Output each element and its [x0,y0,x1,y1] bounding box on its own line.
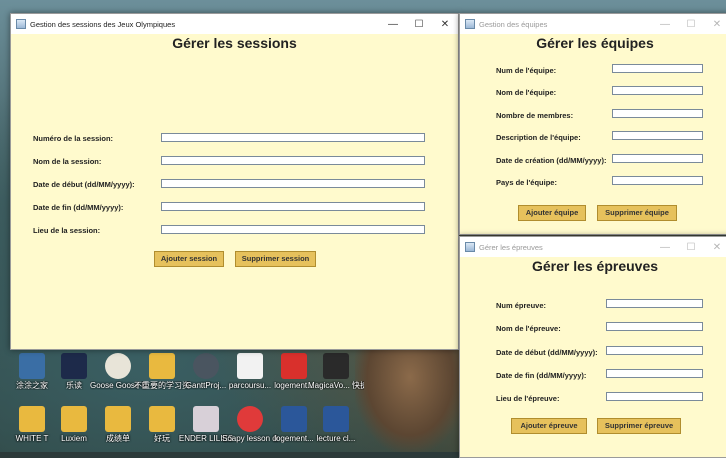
window-title: Gestion des sessions des Jeux Olympiques [30,19,176,29]
folder-icon [149,353,175,379]
word-document-icon [281,406,307,432]
document-icon [237,353,263,379]
session-number-input[interactable] [161,133,425,142]
team-name-input[interactable] [612,86,703,95]
wallpaper-figure [355,345,465,452]
session-name-input[interactable] [161,156,425,165]
pdf-icon [281,353,307,379]
folder-icon [149,406,175,432]
maximize-icon[interactable]: ☐ [406,19,432,30]
field-label: Num épreuve: [496,301,547,310]
window-title: Gérer les épreuves [479,242,543,252]
folder-icon [105,406,131,432]
ender-lilies-icon [193,406,219,432]
field-label: Date de fin (dd/MM/yyyy): [33,203,124,212]
maximize-icon[interactable]: ☐ [678,242,704,253]
sessions-titlebar[interactable]: Gestion des sessions des Jeux Olympiques… [11,14,458,34]
field-label: Num de l'équipe: [496,66,557,75]
close-icon[interactable]: ✕ [704,19,726,30]
folder-icon [19,406,45,432]
event-end-date-input[interactable] [606,369,703,378]
field-label: Pays de l'équipe: [496,178,557,187]
team-number-input[interactable] [612,64,703,73]
page-title: Gérer les sessions [172,35,297,51]
video-play-icon [237,406,263,432]
add-team-button[interactable]: Ajouter équipe [518,205,586,221]
field-label: Date de début (dd/MM/yyyy): [496,348,598,357]
close-icon[interactable]: ✕ [704,242,726,253]
field-label: Nombre de membres: [496,111,574,120]
field-label: Date de début (dd/MM/yyyy): [33,180,135,189]
page-title: Gérer les épreuves [531,258,659,274]
minimize-icon[interactable]: — [380,19,406,30]
delete-session-button[interactable]: Supprimer session [235,251,316,267]
field-label: Description de l'équipe: [496,133,581,142]
field-label: Lieu de l'épreuve: [496,394,560,403]
field-label: Date de création (dd/MM/yyyy): [496,156,607,165]
word-document-icon [323,406,349,432]
maximize-icon[interactable]: ☐ [678,19,704,30]
java-app-icon [465,242,475,252]
page-title: Gérer les équipes [536,35,654,51]
events-titlebar[interactable]: Gérer les épreuves — ☐ ✕ [460,237,726,257]
folder-icon [61,406,87,432]
sessions-window: Gestion des sessions des Jeux Olympiques… [10,13,459,350]
java-app-icon [16,19,26,29]
field-label: Numéro de la session: [33,134,114,143]
start-date-input[interactable] [161,179,425,188]
event-start-date-input[interactable] [606,346,703,355]
ganttproject-icon [193,353,219,379]
app-icon [61,353,87,379]
delete-event-button[interactable]: Supprimer épreuve [597,418,681,434]
delete-team-button[interactable]: Supprimer équipe [597,205,677,221]
desktop-icon[interactable]: MagicaVo... 快捷方式 [308,353,364,390]
magicavoxel-icon [323,353,349,379]
team-description-input[interactable] [612,131,703,140]
end-date-input[interactable] [161,202,425,211]
desktop-icon[interactable]: lecture cl... [308,406,364,443]
window-title: Gestion des équipes [479,19,548,29]
goose-icon [105,353,131,379]
location-input[interactable] [161,225,425,234]
java-app-icon [465,19,475,29]
member-count-input[interactable] [612,109,703,118]
teams-titlebar[interactable]: Gestion des équipes — ☐ ✕ [460,14,726,34]
minimize-icon[interactable]: — [652,242,678,253]
event-number-input[interactable] [606,299,703,308]
add-session-button[interactable]: Ajouter session [154,251,224,267]
event-location-input[interactable] [606,392,703,401]
creation-date-input[interactable] [612,154,703,163]
team-country-input[interactable] [612,176,703,185]
teams-window: Gestion des équipes — ☐ ✕ Gérer les équi… [459,13,726,235]
field-label: Lieu de la session: [33,226,101,235]
add-event-button[interactable]: Ajouter épreuve [511,418,587,434]
field-label: Nom de l'épreuve: [496,324,561,333]
close-icon[interactable]: ✕ [432,19,458,30]
field-label: Nom de la session: [33,157,102,166]
events-window: Gérer les épreuves — ☐ ✕ Gérer les épreu… [459,236,726,458]
app-icon [19,353,45,379]
event-name-input[interactable] [606,322,703,331]
field-label: Date de fin (dd/MM/yyyy): [496,371,587,380]
minimize-icon[interactable]: — [652,19,678,30]
field-label: Nom de l'équipe: [496,88,557,97]
